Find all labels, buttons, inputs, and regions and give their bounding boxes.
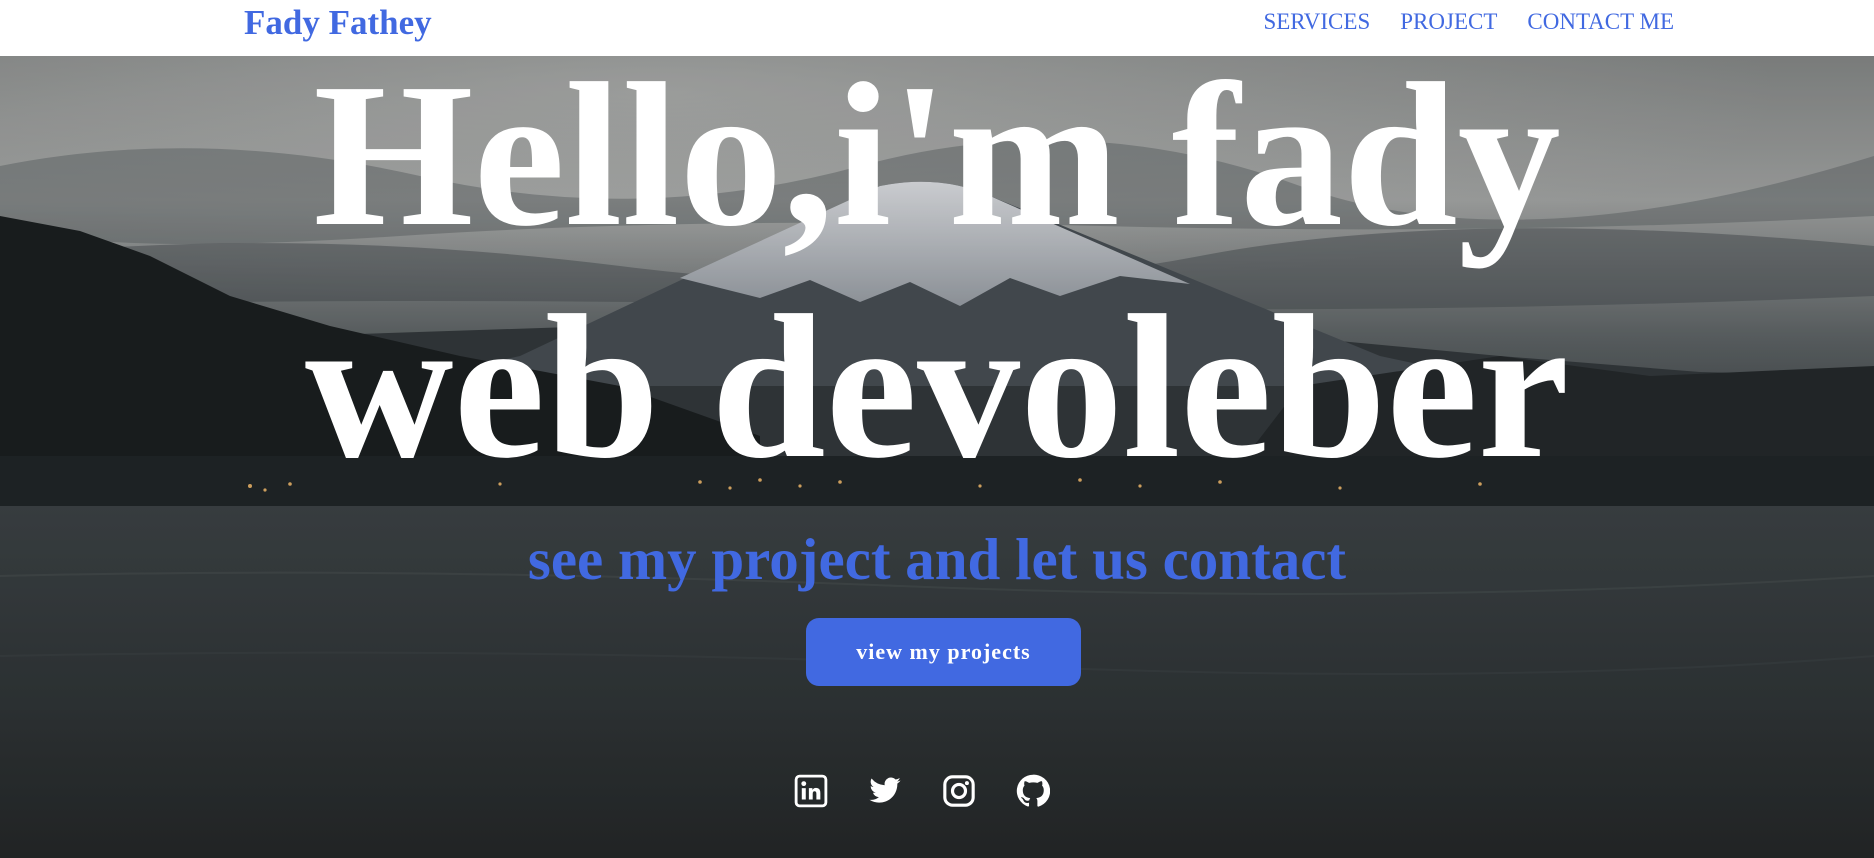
instagram-icon <box>943 775 975 807</box>
github-link[interactable] <box>1016 774 1050 808</box>
view-projects-button[interactable]: view my projects <box>806 618 1081 686</box>
nav-menu: SERVICES PROJECT CONTACT ME <box>1263 9 1674 35</box>
hero-content: Hello,i'm fady web devoleber see my proj… <box>0 56 1874 858</box>
twitter-link[interactable] <box>868 774 902 808</box>
social-links <box>794 774 1050 808</box>
hero-headline: Hello,i'm fady web devoleber <box>0 56 1874 503</box>
nav-link-contact[interactable]: CONTACT ME <box>1527 9 1674 35</box>
headline-line-1: Hello,i'm fady <box>313 56 1561 269</box>
instagram-link[interactable] <box>942 774 976 808</box>
navbar: Fady Fathey SERVICES PROJECT CONTACT ME <box>0 0 1874 56</box>
brand-logo[interactable]: Fady Fathey <box>244 3 432 43</box>
github-icon <box>1016 774 1050 807</box>
linkedin-icon <box>794 774 828 808</box>
headline-line-2: web devoleber <box>304 272 1570 501</box>
hero-section: Hello,i'm fady web devoleber see my proj… <box>0 56 1874 858</box>
hero-subline: see my project and let us contact <box>527 526 1347 592</box>
nav-link-services[interactable]: SERVICES <box>1263 9 1370 35</box>
twitter-icon <box>869 777 901 803</box>
nav-link-project[interactable]: PROJECT <box>1400 9 1497 35</box>
linkedin-link[interactable] <box>794 774 828 808</box>
